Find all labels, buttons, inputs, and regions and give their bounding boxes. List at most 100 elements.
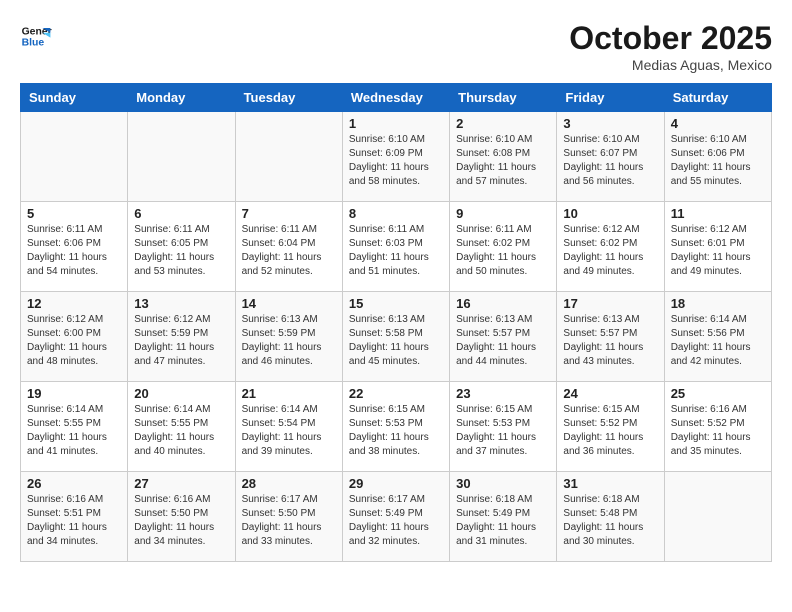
day-info: Sunrise: 6:13 AM Sunset: 5:58 PM Dayligh… xyxy=(349,313,443,369)
day-number: 16 xyxy=(456,296,550,311)
day-number: 27 xyxy=(134,476,228,491)
day-number: 7 xyxy=(242,206,336,221)
calendar-cell: 28 Sunrise: 6:17 AM Sunset: 5:50 PM Dayli… xyxy=(235,472,342,562)
day-info: Sunrise: 6:18 AM Sunset: 5:49 PM Dayligh… xyxy=(456,493,550,549)
calendar-cell: 15 Sunrise: 6:13 AM Sunset: 5:58 PM Dayli… xyxy=(342,292,449,382)
calendar-cell: 5 Sunrise: 6:11 AM Sunset: 6:06 PM Daylig… xyxy=(21,202,128,292)
calendar-cell: 23 Sunrise: 6:15 AM Sunset: 5:53 PM Dayli… xyxy=(450,382,557,472)
day-number: 12 xyxy=(27,296,121,311)
day-number: 2 xyxy=(456,116,550,131)
week-row-3: 12 Sunrise: 6:12 AM Sunset: 6:00 PM Dayli… xyxy=(21,292,772,382)
calendar-cell: 4Sunrise: 6:10 AM Sunset: 6:06 PM Daylig… xyxy=(664,112,771,202)
weekday-header-monday: Monday xyxy=(128,84,235,112)
day-number: 29 xyxy=(349,476,443,491)
calendar-cell: 9 Sunrise: 6:11 AM Sunset: 6:02 PM Daylig… xyxy=(450,202,557,292)
calendar-cell: 20 Sunrise: 6:14 AM Sunset: 5:55 PM Dayli… xyxy=(128,382,235,472)
day-info: Sunrise: 6:11 AM Sunset: 6:02 PM Dayligh… xyxy=(456,223,550,279)
calendar-cell: 2 Sunrise: 6:10 AM Sunset: 6:08 PM Daylig… xyxy=(450,112,557,202)
day-info: Sunrise: 6:12 AM Sunset: 6:00 PM Dayligh… xyxy=(27,313,121,369)
weekday-header-tuesday: Tuesday xyxy=(235,84,342,112)
day-number: 22 xyxy=(349,386,443,401)
calendar-cell xyxy=(664,472,771,562)
calendar-cell: 26 Sunrise: 6:16 AM Sunset: 5:51 PM Dayli… xyxy=(21,472,128,562)
week-row-1: 1 Sunrise: 6:10 AM Sunset: 6:09 PM Daylig… xyxy=(21,112,772,202)
day-number: 14 xyxy=(242,296,336,311)
day-info: Sunrise: 6:11 AM Sunset: 6:04 PM Dayligh… xyxy=(242,223,336,279)
calendar-cell: 30 Sunrise: 6:18 AM Sunset: 5:49 PM Dayli… xyxy=(450,472,557,562)
calendar-cell: 11Sunrise: 6:12 AM Sunset: 6:01 PM Dayli… xyxy=(664,202,771,292)
weekday-header-wednesday: Wednesday xyxy=(342,84,449,112)
calendar-cell: 31 Sunrise: 6:18 AM Sunset: 5:48 PM Dayli… xyxy=(557,472,664,562)
calendar-cell: 14Sunrise: 6:13 AM Sunset: 5:59 PM Dayli… xyxy=(235,292,342,382)
week-row-2: 5 Sunrise: 6:11 AM Sunset: 6:06 PM Daylig… xyxy=(21,202,772,292)
calendar-cell: 13Sunrise: 6:12 AM Sunset: 5:59 PM Dayli… xyxy=(128,292,235,382)
day-number: 13 xyxy=(134,296,228,311)
calendar-cell: 17Sunrise: 6:13 AM Sunset: 5:57 PM Dayli… xyxy=(557,292,664,382)
day-number: 20 xyxy=(134,386,228,401)
day-number: 10 xyxy=(563,206,657,221)
day-number: 26 xyxy=(27,476,121,491)
day-number: 25 xyxy=(671,386,765,401)
calendar-cell xyxy=(235,112,342,202)
weekday-header-friday: Friday xyxy=(557,84,664,112)
day-number: 6 xyxy=(134,206,228,221)
day-info: Sunrise: 6:11 AM Sunset: 6:05 PM Dayligh… xyxy=(134,223,228,279)
day-info: Sunrise: 6:15 AM Sunset: 5:53 PM Dayligh… xyxy=(349,403,443,459)
day-info: Sunrise: 6:13 AM Sunset: 5:57 PM Dayligh… xyxy=(563,313,657,369)
weekday-header-row: SundayMondayTuesdayWednesdayThursdayFrid… xyxy=(21,84,772,112)
day-number: 15 xyxy=(349,296,443,311)
logo: General Blue xyxy=(20,20,52,52)
day-number: 24 xyxy=(563,386,657,401)
day-info: Sunrise: 6:10 AM Sunset: 6:08 PM Dayligh… xyxy=(456,133,550,189)
calendar-cell: 24 Sunrise: 6:15 AM Sunset: 5:52 PM Dayli… xyxy=(557,382,664,472)
day-number: 19 xyxy=(27,386,121,401)
logo-icon: General Blue xyxy=(20,20,52,52)
calendar-cell: 19 Sunrise: 6:14 AM Sunset: 5:55 PM Dayli… xyxy=(21,382,128,472)
calendar-cell: 3 Sunrise: 6:10 AM Sunset: 6:07 PM Daylig… xyxy=(557,112,664,202)
day-info: Sunrise: 6:17 AM Sunset: 5:49 PM Dayligh… xyxy=(349,493,443,549)
day-info: Sunrise: 6:15 AM Sunset: 5:52 PM Dayligh… xyxy=(563,403,657,459)
day-number: 5 xyxy=(27,206,121,221)
day-number: 3 xyxy=(563,116,657,131)
weekday-header-saturday: Saturday xyxy=(664,84,771,112)
day-number: 23 xyxy=(456,386,550,401)
weekday-header-thursday: Thursday xyxy=(450,84,557,112)
day-info: Sunrise: 6:15 AM Sunset: 5:53 PM Dayligh… xyxy=(456,403,550,459)
day-info: Sunrise: 6:16 AM Sunset: 5:51 PM Dayligh… xyxy=(27,493,121,549)
day-number: 11 xyxy=(671,206,765,221)
day-info: Sunrise: 6:18 AM Sunset: 5:48 PM Dayligh… xyxy=(563,493,657,549)
week-row-4: 19 Sunrise: 6:14 AM Sunset: 5:55 PM Dayli… xyxy=(21,382,772,472)
day-number: 28 xyxy=(242,476,336,491)
calendar-cell xyxy=(128,112,235,202)
title-block: October 2025 Medias Aguas, Mexico xyxy=(569,20,772,73)
day-info: Sunrise: 6:10 AM Sunset: 6:07 PM Dayligh… xyxy=(563,133,657,189)
calendar-cell: 16 Sunrise: 6:13 AM Sunset: 5:57 PM Dayli… xyxy=(450,292,557,382)
day-info: Sunrise: 6:14 AM Sunset: 5:55 PM Dayligh… xyxy=(27,403,121,459)
day-info: Sunrise: 6:14 AM Sunset: 5:54 PM Dayligh… xyxy=(242,403,336,459)
location: Medias Aguas, Mexico xyxy=(569,57,772,73)
day-info: Sunrise: 6:17 AM Sunset: 5:50 PM Dayligh… xyxy=(242,493,336,549)
day-info: Sunrise: 6:14 AM Sunset: 5:56 PM Dayligh… xyxy=(671,313,765,369)
day-number: 31 xyxy=(563,476,657,491)
svg-text:Blue: Blue xyxy=(22,38,45,49)
calendar-cell: 22 Sunrise: 6:15 AM Sunset: 5:53 PM Dayli… xyxy=(342,382,449,472)
calendar-cell: 8 Sunrise: 6:11 AM Sunset: 6:03 PM Daylig… xyxy=(342,202,449,292)
calendar-cell xyxy=(21,112,128,202)
calendar-cell: 27Sunrise: 6:16 AM Sunset: 5:50 PM Dayli… xyxy=(128,472,235,562)
month-title: October 2025 xyxy=(569,20,772,57)
day-info: Sunrise: 6:12 AM Sunset: 6:02 PM Dayligh… xyxy=(563,223,657,279)
page-header: General Blue October 2025 Medias Aguas, … xyxy=(20,20,772,73)
day-info: Sunrise: 6:10 AM Sunset: 6:09 PM Dayligh… xyxy=(349,133,443,189)
day-info: Sunrise: 6:11 AM Sunset: 6:06 PM Dayligh… xyxy=(27,223,121,279)
calendar-cell: 7 Sunrise: 6:11 AM Sunset: 6:04 PM Daylig… xyxy=(235,202,342,292)
day-number: 8 xyxy=(349,206,443,221)
week-row-5: 26 Sunrise: 6:16 AM Sunset: 5:51 PM Dayli… xyxy=(21,472,772,562)
day-info: Sunrise: 6:14 AM Sunset: 5:55 PM Dayligh… xyxy=(134,403,228,459)
day-number: 1 xyxy=(349,116,443,131)
calendar-cell: 25Sunrise: 6:16 AM Sunset: 5:52 PM Dayli… xyxy=(664,382,771,472)
day-info: Sunrise: 6:11 AM Sunset: 6:03 PM Dayligh… xyxy=(349,223,443,279)
calendar-cell: 18Sunrise: 6:14 AM Sunset: 5:56 PM Dayli… xyxy=(664,292,771,382)
day-number: 30 xyxy=(456,476,550,491)
day-info: Sunrise: 6:13 AM Sunset: 5:57 PM Dayligh… xyxy=(456,313,550,369)
day-number: 9 xyxy=(456,206,550,221)
